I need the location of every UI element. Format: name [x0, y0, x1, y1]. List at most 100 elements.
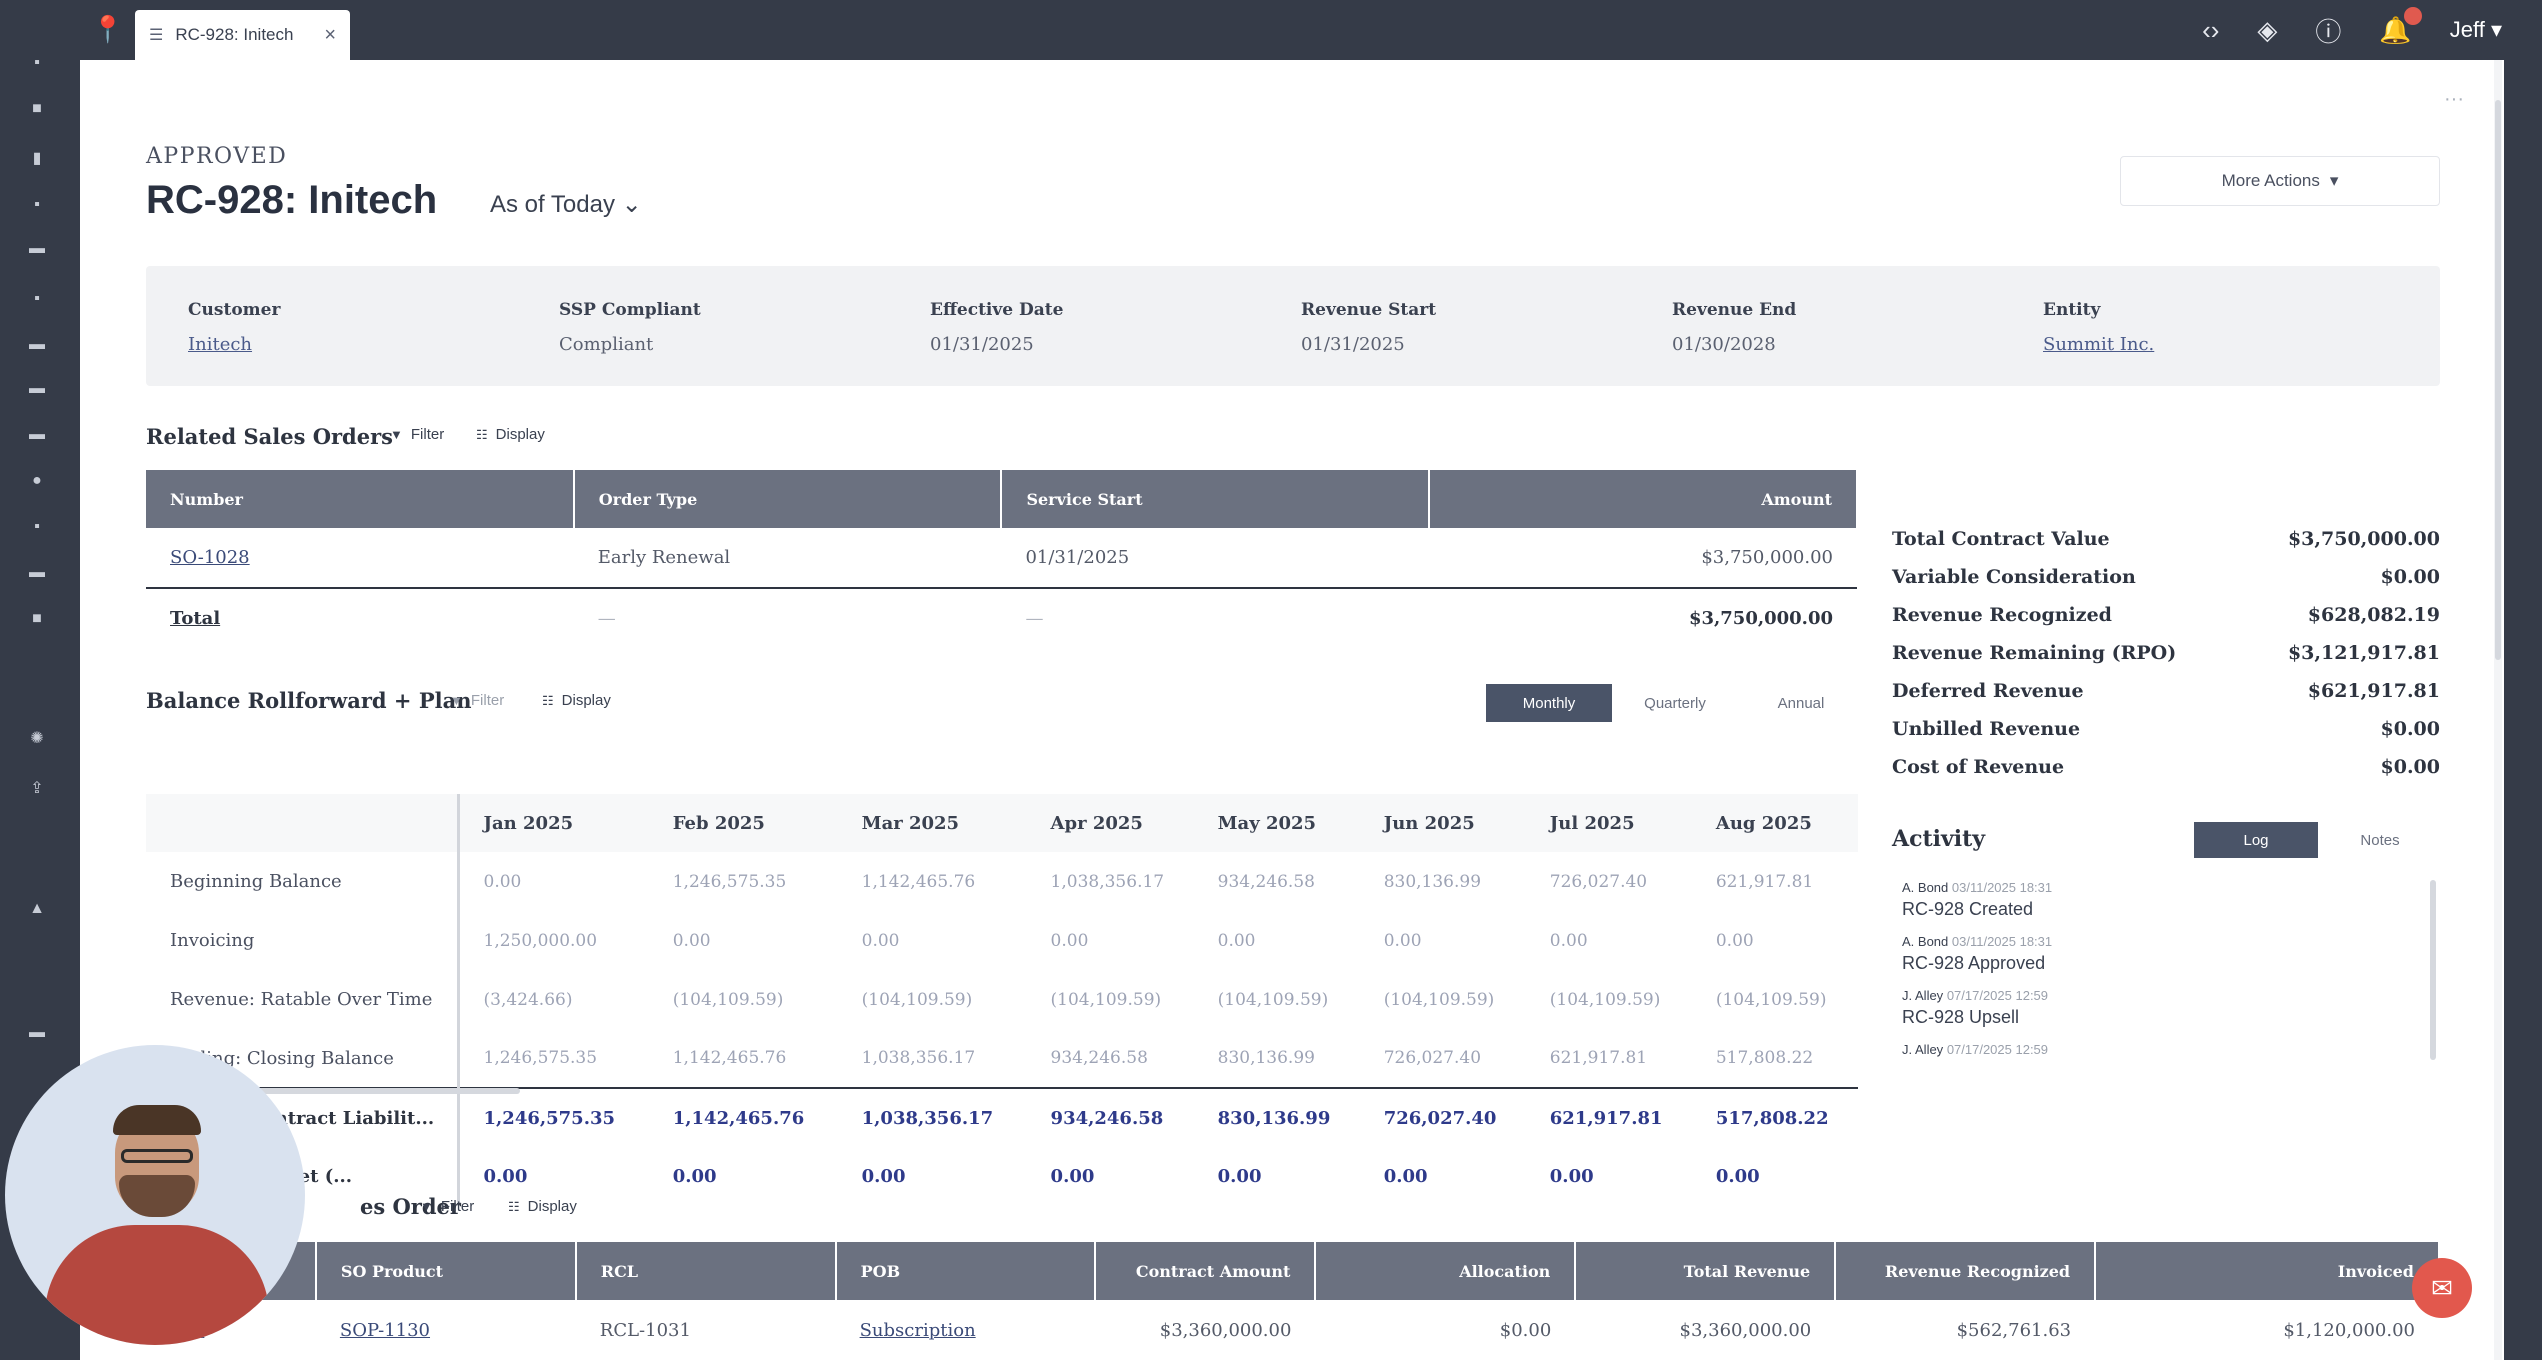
summary-value: $0.00 [2380, 718, 2441, 740]
customer-link[interactable]: Initech [188, 334, 280, 355]
value-cell: 517,808.22 [1715, 1048, 1814, 1068]
value-cell: 934,246.58 [1026, 1087, 1194, 1147]
rollforward-filter-button[interactable]: ▼ Filter [450, 692, 504, 709]
chat-icon[interactable]: ✉ [2412, 1258, 2472, 1318]
column-header[interactable]: Order Type [573, 470, 1003, 528]
alert-icon[interactable]: ⓘ [2315, 12, 2341, 49]
value-cell: 0.00 [1050, 1166, 1095, 1187]
value-cell: 1,246,575.35 [483, 1048, 598, 1068]
tab-log[interactable]: Log [2194, 822, 2318, 858]
caret-down-icon: ▾ [2329, 171, 2339, 190]
column-header[interactable]: Invoiced [2095, 1242, 2440, 1300]
activity-text: RC-928 Upsell [1902, 1007, 2020, 1027]
bell-icon[interactable]: 🔔 [2379, 6, 2422, 46]
column-header[interactable]: Allocation [1315, 1242, 1577, 1300]
value-cell: 0.00 [1050, 930, 1089, 951]
summary-row: Total Contract Value $3,750,000.00 [1892, 528, 2440, 566]
presenter-video[interactable] [5, 1045, 305, 1345]
bank-icon[interactable]: ▬ [26, 240, 48, 258]
user-icon[interactable]: ● [26, 472, 48, 490]
column-header[interactable]: Amount [1429, 470, 1858, 528]
monitor-icon[interactable]: ▬ [26, 1024, 48, 1042]
value-cell: (104,109.59) [1383, 989, 1495, 1010]
box-icon[interactable]: ■ [26, 610, 48, 628]
entity-link[interactable]: Summit Inc. [2043, 334, 2154, 355]
more-actions-button[interactable]: More Actions ▾ [2120, 156, 2440, 206]
filter-button[interactable]: ▼ Filter [390, 426, 444, 443]
activity-log: A. Bond 03/11/2025 18:31 RC-928 Created … [1902, 880, 2422, 1090]
as-of-dropdown[interactable]: As of Today ⌄ [490, 190, 642, 219]
file-icon[interactable]: ▪ [26, 290, 48, 308]
period-annual[interactable]: Annual [1738, 684, 1864, 722]
diamond-icon[interactable]: ◈ [2257, 15, 2277, 46]
tab-rc-928[interactable]: ☰ RC-928: Initech × [135, 10, 350, 60]
filter-label: Filter [440, 1198, 475, 1215]
summary-value: $0.00 [2380, 756, 2441, 778]
pob-link[interactable]: Subscription [860, 1320, 976, 1341]
settings-icon[interactable]: ✺ [26, 730, 48, 748]
upload-icon[interactable]: ⇪ [26, 780, 48, 798]
total-label: Total [170, 608, 221, 629]
total-row: Total — — $3,750,000.00 [146, 587, 1857, 648]
sales-orders-title: Related Sales Orders [146, 424, 393, 449]
row-label-header [146, 794, 460, 852]
tab-notes[interactable]: Notes [2318, 822, 2442, 858]
summary-label: Revenue Remaining (RPO) [1892, 642, 2177, 664]
pin-icon[interactable]: 📍 [90, 14, 126, 50]
display-button[interactable]: ☷ Display [476, 426, 545, 443]
lines-filter-button[interactable]: ▼ Filter [420, 1198, 474, 1215]
summary-row: Revenue Remaining (RPO) $3,121,917.81 [1892, 642, 2440, 680]
value-cell: 1,038,356.17 [861, 1048, 976, 1068]
document-icon[interactable]: ■ [26, 100, 48, 118]
ssp-value: Compliant [559, 334, 654, 355]
people-icon[interactable]: ▲ [26, 900, 48, 918]
value-cell: 0.00 [1217, 1166, 1262, 1187]
page-title: RC-928: Initech [146, 178, 438, 222]
activity-title: Activity [1892, 826, 1986, 852]
column-header[interactable]: SO Product [315, 1242, 577, 1300]
column-header[interactable]: Service Start [1001, 470, 1431, 528]
activity-scrollbar[interactable] [2430, 880, 2436, 1060]
value-cell: 0.00 [1549, 1166, 1594, 1187]
book-icon[interactable]: ▪ [26, 518, 48, 536]
card-icon[interactable]: ▬ [26, 336, 48, 354]
sales-orders-table: Number Order Type Service Start Amount S… [146, 470, 1858, 648]
rollforward-table: Jan 2025 Feb 2025 Mar 2025 Apr 2025 May 2025… [146, 794, 1858, 1206]
value-cell: 0.00 [483, 871, 522, 892]
scrollbar-thumb[interactable] [2495, 100, 2501, 660]
chart-icon[interactable]: ▮ [26, 150, 48, 168]
value-cell: 0.00 [861, 1166, 906, 1187]
user-menu[interactable]: Jeff ▾ [2450, 17, 2502, 43]
nav-icon[interactable]: ▪ [26, 196, 48, 214]
revenue-start-field: Revenue Start 01/31/2025 [1301, 300, 1436, 355]
presenter-hair [113, 1105, 201, 1135]
month-header: Apr 2025 [1026, 794, 1194, 852]
summary-value: $0.00 [2380, 566, 2441, 588]
activity-tabs: Log Notes [2194, 822, 2442, 858]
value-cell: 934,246.58 [1217, 871, 1315, 892]
lines-display-button[interactable]: ☷ Display [508, 1198, 577, 1215]
code-icon[interactable]: ‹› [2202, 15, 2219, 46]
column-header[interactable]: Number [146, 470, 575, 528]
value-cell: 1,142,465.76 [648, 1087, 838, 1147]
more-icon[interactable]: ··· [2444, 88, 2464, 111]
period-quarterly[interactable]: Quarterly [1612, 684, 1738, 722]
amount-cell: $3,750,000.00 [1701, 547, 1833, 568]
inbox-icon[interactable]: ▬ [26, 380, 48, 398]
column-header[interactable]: Revenue Recognized [1835, 1242, 2097, 1300]
filter-label: Filter [410, 426, 445, 443]
page-scrollbar[interactable] [2494, 60, 2502, 1360]
so-number-link[interactable]: SO-1028 [170, 547, 250, 568]
rollforward-display-button[interactable]: ☷ Display [542, 692, 611, 709]
close-icon[interactable]: × [324, 24, 336, 47]
period-monthly[interactable]: Monthly [1486, 684, 1612, 722]
column-header[interactable]: Contract Amount [1095, 1242, 1317, 1300]
column-header[interactable]: Total Revenue [1575, 1242, 1837, 1300]
as-of-label: As of Today [490, 191, 615, 218]
table-icon[interactable]: ▬ [26, 564, 48, 582]
mail-icon[interactable]: ▬ [26, 426, 48, 444]
column-header[interactable]: POB [835, 1242, 1097, 1300]
so-product-link[interactable]: SOP-1130 [340, 1320, 430, 1341]
activity-text: RC-928 Created [1902, 899, 2034, 919]
column-header[interactable]: RCL [575, 1242, 837, 1300]
